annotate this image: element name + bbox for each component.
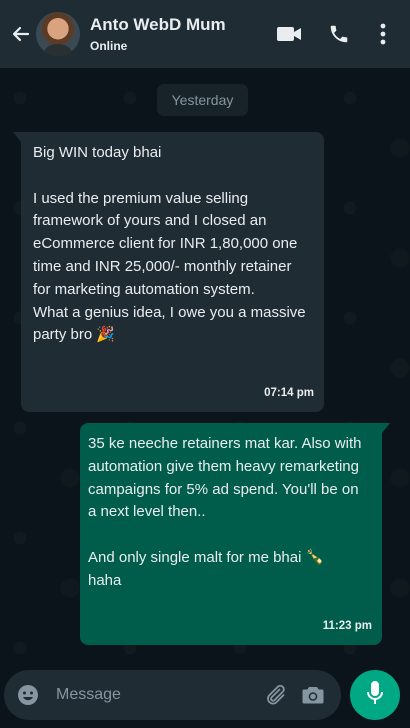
message-input[interactable] — [56, 686, 263, 704]
message-outgoing[interactable]: 35 ke neeche retainers mat kar. Also wit… — [80, 423, 390, 645]
video-call-icon[interactable] — [274, 19, 304, 49]
chat-area[interactable]: Yesterday Big WIN today bhai I used the … — [0, 68, 410, 664]
voice-call-icon[interactable] — [324, 19, 354, 49]
message-time: 11:23 pm — [322, 620, 372, 633]
mic-button[interactable] — [350, 670, 400, 720]
composer — [0, 664, 410, 728]
message-text: Big WIN today bhai I used the premium va… — [33, 144, 306, 344]
chat-header: Anto WebD Mum Online — [0, 0, 410, 68]
more-vertical-icon[interactable] — [368, 19, 398, 49]
contact-info[interactable]: Anto WebD Mum Online — [90, 15, 254, 53]
avatar[interactable] — [36, 12, 80, 56]
mic-icon — [365, 680, 385, 711]
message-input-box[interactable] — [4, 670, 341, 720]
contact-status: Online — [90, 39, 128, 53]
message-incoming[interactable]: Big WIN today bhai I used the premium va… — [13, 132, 324, 412]
contact-name: Anto WebD Mum — [90, 15, 226, 34]
arrow-left-icon[interactable] — [6, 14, 36, 54]
message-text: 35 ke neeche retainers mat kar. Also wit… — [88, 435, 362, 589]
date-divider: Yesterday — [157, 84, 248, 116]
attach-icon[interactable] — [263, 683, 287, 707]
message-time: 07:14 pm — [264, 387, 314, 400]
camera-icon[interactable] — [301, 683, 325, 707]
emoji-icon[interactable] — [16, 683, 40, 707]
